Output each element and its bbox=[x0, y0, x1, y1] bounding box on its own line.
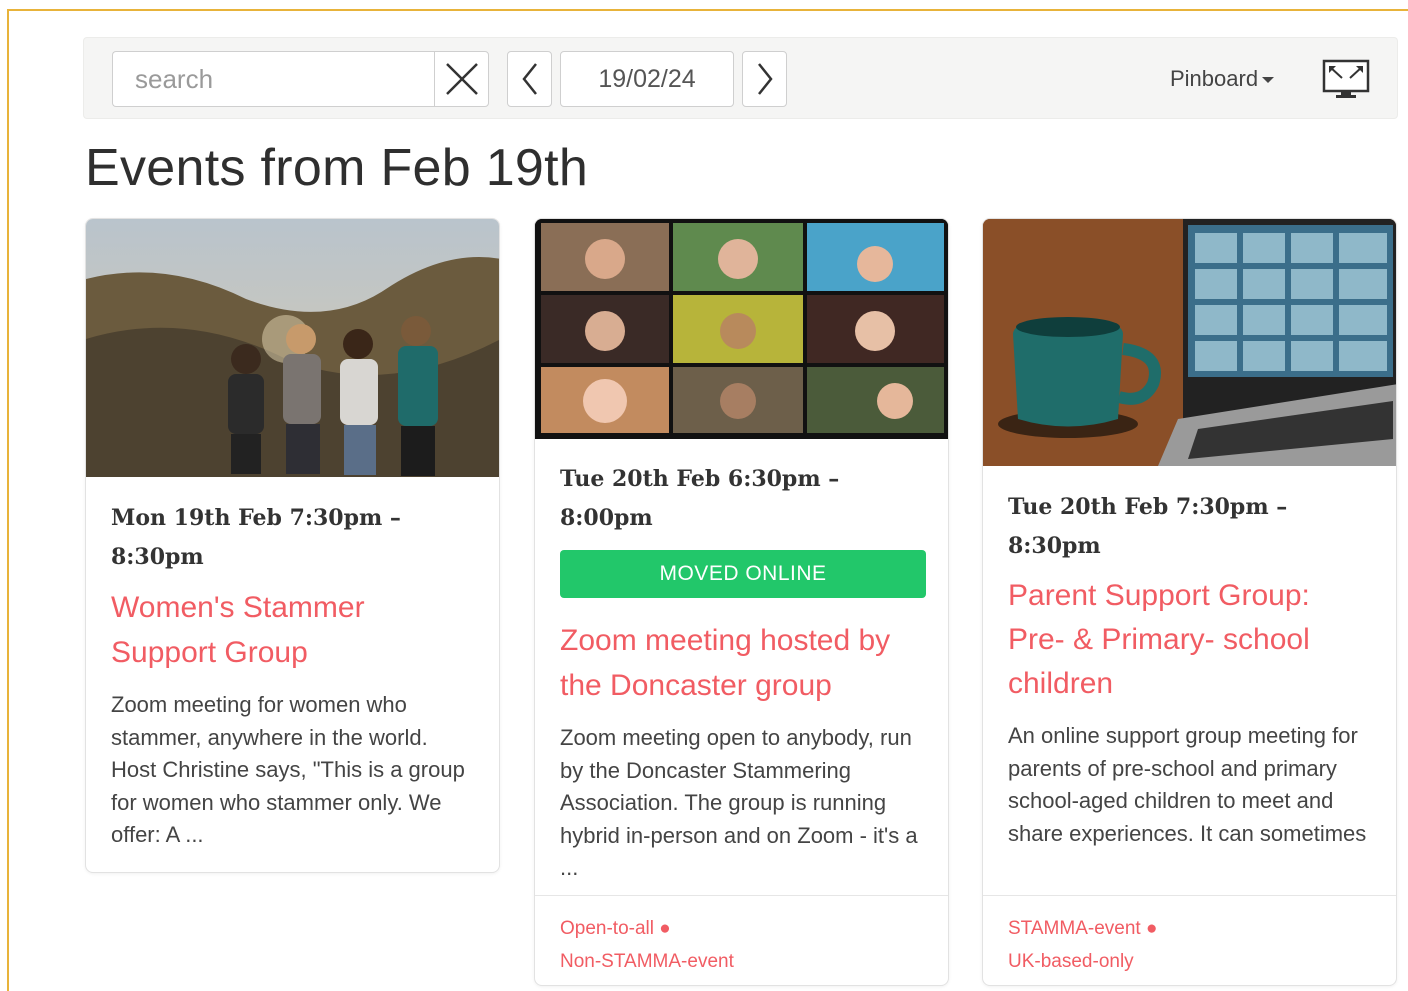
tag-link[interactable]: Open-to-all bbox=[560, 918, 654, 939]
tag-link[interactable]: Non-STAMMA-event bbox=[560, 951, 734, 972]
caret-down-icon bbox=[1262, 77, 1275, 83]
event-body: Mon 19th Feb 7:30pm – 8:30pm Women's Sta… bbox=[111, 499, 477, 852]
event-body: Tue 20th Feb 7:30pm – 8:30pm Parent Supp… bbox=[1008, 488, 1374, 882]
clear-search-button[interactable] bbox=[434, 51, 489, 107]
event-image bbox=[86, 219, 499, 477]
event-tags: STAMMA-event ● UK-based-only bbox=[983, 895, 1396, 978]
event-description: Zoom meeting for women who stammer, anyw… bbox=[111, 692, 465, 847]
event-body: Tue 20th Feb 6:30pm – 8:00pm MOVED ONLIN… bbox=[560, 460, 926, 885]
event-description: Zoom meeting open to anybody, run by the… bbox=[560, 725, 918, 880]
page-title: Events from Feb 19th bbox=[85, 139, 589, 197]
event-card[interactable]: Tue 20th Feb 6:30pm – 8:00pm MOVED ONLIN… bbox=[534, 218, 949, 986]
close-icon bbox=[445, 63, 478, 95]
event-description: An online support group meeting for pare… bbox=[1008, 723, 1367, 846]
view-dropdown-label: Pinboard bbox=[1170, 66, 1259, 91]
event-time-end: 8:30pm bbox=[1008, 533, 1101, 559]
event-time-start: Tue 20th Feb 7:30pm – bbox=[1008, 494, 1288, 520]
date-field[interactable]: 19/02/24 bbox=[560, 51, 734, 107]
monitor-icon bbox=[1322, 59, 1370, 98]
event-time-start: Tue 20th Feb 6:30pm – bbox=[560, 466, 840, 492]
event-title-link[interactable]: Parent Support Group: Pre- & Primary- sc… bbox=[1008, 574, 1374, 706]
tag-separator: ● bbox=[1145, 918, 1158, 939]
event-card[interactable]: Mon 19th Feb 7:30pm – 8:30pm Women's Sta… bbox=[85, 218, 500, 873]
event-time-start: Mon 19th Feb 7:30pm – bbox=[111, 505, 401, 531]
event-time-end: 8:00pm bbox=[560, 505, 653, 531]
view-dropdown[interactable]: Pinboard bbox=[1170, 66, 1275, 92]
toolbar: 19/02/24 Pinboard bbox=[83, 37, 1398, 119]
event-time: Tue 20th Feb 6:30pm – 8:00pm bbox=[560, 460, 926, 538]
event-time-end: 8:30pm bbox=[111, 544, 204, 570]
tag-link[interactable]: UK-based-only bbox=[1008, 951, 1134, 972]
next-date-button[interactable] bbox=[742, 51, 787, 107]
event-image bbox=[535, 219, 948, 439]
chevron-left-icon bbox=[521, 63, 537, 95]
event-image bbox=[983, 219, 1396, 466]
search-input[interactable] bbox=[112, 51, 434, 107]
chevron-right-icon bbox=[757, 63, 773, 95]
tag-separator: ● bbox=[659, 918, 671, 939]
previous-date-button[interactable] bbox=[507, 51, 552, 107]
event-title-link[interactable]: Zoom meeting hosted by the Doncaster gro… bbox=[560, 618, 926, 708]
event-time: Mon 19th Feb 7:30pm – 8:30pm bbox=[111, 499, 477, 577]
event-time: Tue 20th Feb 7:30pm – 8:30pm bbox=[1008, 488, 1374, 566]
display-toggle-button[interactable] bbox=[1322, 58, 1372, 100]
status-badge: MOVED ONLINE bbox=[560, 550, 926, 598]
event-card[interactable]: Tue 20th Feb 7:30pm – 8:30pm Parent Supp… bbox=[982, 218, 1397, 986]
event-tags: Open-to-all ● Non-STAMMA-event bbox=[535, 895, 948, 978]
event-title-link[interactable]: Women's Stammer Support Group bbox=[111, 585, 477, 675]
tag-link[interactable]: STAMMA-event bbox=[1008, 918, 1141, 939]
